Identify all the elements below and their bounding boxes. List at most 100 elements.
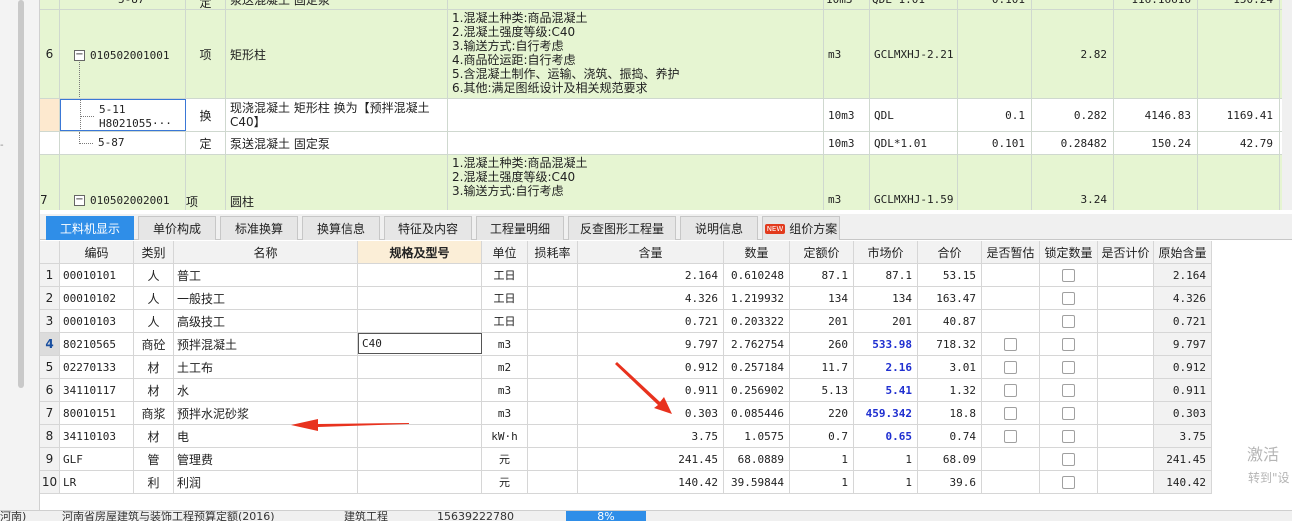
cell-qty[interactable]: 39.59844	[724, 471, 790, 493]
cell-quota[interactable]: 0.7	[790, 425, 854, 447]
cell-est[interactable]	[982, 448, 1040, 470]
cell-orig[interactable]: 4.326	[1154, 287, 1212, 309]
cell-spec[interactable]	[358, 264, 482, 286]
cell-orig[interactable]: 140.42	[1154, 471, 1212, 493]
cell-qty[interactable]: 0.610248	[724, 264, 790, 286]
checkbox[interactable]	[1004, 406, 1017, 420]
cell-unit[interactable]: 元	[482, 448, 528, 470]
cell-market[interactable]: 201	[854, 310, 918, 332]
cell-loss[interactable]	[528, 287, 578, 309]
cell-qty[interactable]: 1.219932	[724, 287, 790, 309]
cell-orig[interactable]: 9.797	[1154, 333, 1212, 355]
cell-loss[interactable]	[528, 448, 578, 470]
cell-content[interactable]: 140.42	[578, 471, 724, 493]
cell-unit[interactable]: 工日	[482, 264, 528, 286]
cell-total[interactable]: 18.8	[918, 402, 982, 424]
cell-cat[interactable]: 人	[134, 264, 174, 286]
tab-features[interactable]: 特征及内容	[384, 216, 472, 240]
cell-market[interactable]: 459.342	[854, 402, 918, 424]
cell-name[interactable]: 利润	[174, 471, 358, 493]
cell-code[interactable]: 00010102	[60, 287, 134, 309]
cell-spec[interactable]	[358, 356, 482, 378]
cell-priced[interactable]	[1098, 356, 1154, 378]
cell-cat[interactable]: 人	[134, 287, 174, 309]
cell-orig[interactable]: 0.303	[1154, 402, 1212, 424]
cell-total[interactable]: 1.32	[918, 379, 982, 401]
tab-standard-conversion[interactable]: 标准换算	[220, 216, 298, 240]
cell-unit[interactable]: m3	[482, 402, 528, 424]
cell-qty[interactable]: 0.203322	[724, 310, 790, 332]
cell-spec[interactable]	[358, 310, 482, 332]
cell-lock[interactable]	[1040, 333, 1098, 355]
cell-priced[interactable]	[1098, 333, 1154, 355]
cell-cat[interactable]: 管	[134, 448, 174, 470]
cell-lock[interactable]	[1040, 356, 1098, 378]
table-row-sub-5-87[interactable]: 5-87 定 泵送混凝土 固定泵 10m3 QDL*1.01 0.101 0.2…	[40, 132, 1292, 155]
table-row[interactable]: 6 34110117 材水 m3 0.911 0.256902 5.13 5.41 1.32 0.…	[40, 379, 1212, 402]
cell-qty[interactable]: 0.256902	[724, 379, 790, 401]
cell-qty[interactable]: 0.257184	[724, 356, 790, 378]
table-row[interactable]: 5-87 定 泵送混凝土 固定泵 10m3 QDL*1.01 0.101 116…	[40, 0, 1292, 10]
cell-quota[interactable]: 201	[790, 310, 854, 332]
cell-spec[interactable]	[358, 448, 482, 470]
cell-lock[interactable]	[1040, 402, 1098, 424]
table-row-item-7[interactable]: 7 − 010502002001 项 圆柱 1.混凝土种类:商品混凝土 2.混凝…	[40, 155, 1292, 210]
cell-priced[interactable]	[1098, 379, 1154, 401]
cell-unit[interactable]: m3	[482, 379, 528, 401]
tab-quantity-details[interactable]: 工程量明细	[476, 216, 564, 240]
cell-spec[interactable]	[358, 379, 482, 401]
cell-est[interactable]	[982, 287, 1040, 309]
checkbox[interactable]	[1004, 360, 1017, 374]
cell-loss[interactable]	[528, 356, 578, 378]
cell-orig[interactable]: 241.45	[1154, 448, 1212, 470]
cell-name[interactable]: 预拌混凝土	[174, 333, 358, 355]
cell-quota[interactable]: 134	[790, 287, 854, 309]
checkbox[interactable]	[1062, 452, 1075, 466]
cell-loss[interactable]	[528, 471, 578, 493]
cell-total[interactable]: 0.74	[918, 425, 982, 447]
cell-market[interactable]: 533.98	[854, 333, 918, 355]
checkbox[interactable]	[1062, 429, 1075, 443]
table-row[interactable]: 2 00010102 人一般技工 工日 4.326 1.219932 134 134 163.4…	[40, 287, 1212, 310]
checkbox[interactable]	[1004, 429, 1017, 443]
cell-lock[interactable]	[1040, 287, 1098, 309]
cell-quota[interactable]: 1	[790, 471, 854, 493]
cell-cat[interactable]: 材	[134, 425, 174, 447]
cell-est[interactable]	[982, 264, 1040, 286]
cell-unit[interactable]: 工日	[482, 287, 528, 309]
cell-orig[interactable]: 0.911	[1154, 379, 1212, 401]
cell-content[interactable]: 2.164	[578, 264, 724, 286]
cell-market[interactable]: 134	[854, 287, 918, 309]
cell-unit[interactable]: m2	[482, 356, 528, 378]
checkbox[interactable]	[1062, 360, 1075, 374]
tab-conversion-info[interactable]: 换算信息	[302, 216, 380, 240]
cell-market[interactable]: 0.65	[854, 425, 918, 447]
cell-quota[interactable]: 5.13	[790, 379, 854, 401]
table-row[interactable]: 7 80010151 商浆 预拌水泥砂浆 m3 0.303 0.085446 220 459.3…	[40, 402, 1212, 425]
cell-name[interactable]: 预拌水泥砂浆	[174, 402, 358, 424]
table-row[interactable]: 3 00010103 人高级技工 工日 0.721 0.203322 201 201 40.87…	[40, 310, 1212, 333]
left-scrollbar[interactable]	[18, 0, 24, 388]
table-row-sub-5-11[interactable]: 5-11 H8021055··· 换 现浇混凝土 矩形柱 换为【预拌混凝土 C4…	[40, 99, 1292, 132]
cell-content[interactable]: 3.75	[578, 425, 724, 447]
cell-market[interactable]: 2.16	[854, 356, 918, 378]
cell-cat[interactable]: 商砼	[134, 333, 174, 355]
cell-market[interactable]: 1	[854, 448, 918, 470]
cell-code[interactable]: GLF	[60, 448, 134, 470]
cell-content[interactable]: 0.911	[578, 379, 724, 401]
cell-est[interactable]	[982, 310, 1040, 332]
cell-priced[interactable]	[1098, 402, 1154, 424]
checkbox[interactable]	[1062, 337, 1075, 351]
cell-est[interactable]	[982, 471, 1040, 493]
cell-code[interactable]: 00010101	[60, 264, 134, 286]
cell-content[interactable]: 0.912	[578, 356, 724, 378]
cell-qty[interactable]: 2.762754	[724, 333, 790, 355]
cell-total[interactable]: 3.01	[918, 356, 982, 378]
cell-spec[interactable]	[358, 471, 482, 493]
cell-loss[interactable]	[528, 310, 578, 332]
cell-content[interactable]: 4.326	[578, 287, 724, 309]
cell-code[interactable]: 00010103	[60, 310, 134, 332]
table-row[interactable]: 8 34110103 材电 kW·h 3.75 1.0575 0.7 0.65 0.74 3.75	[40, 425, 1212, 448]
cell-unit[interactable]: m3	[482, 333, 528, 355]
cell-total[interactable]: 53.15	[918, 264, 982, 286]
